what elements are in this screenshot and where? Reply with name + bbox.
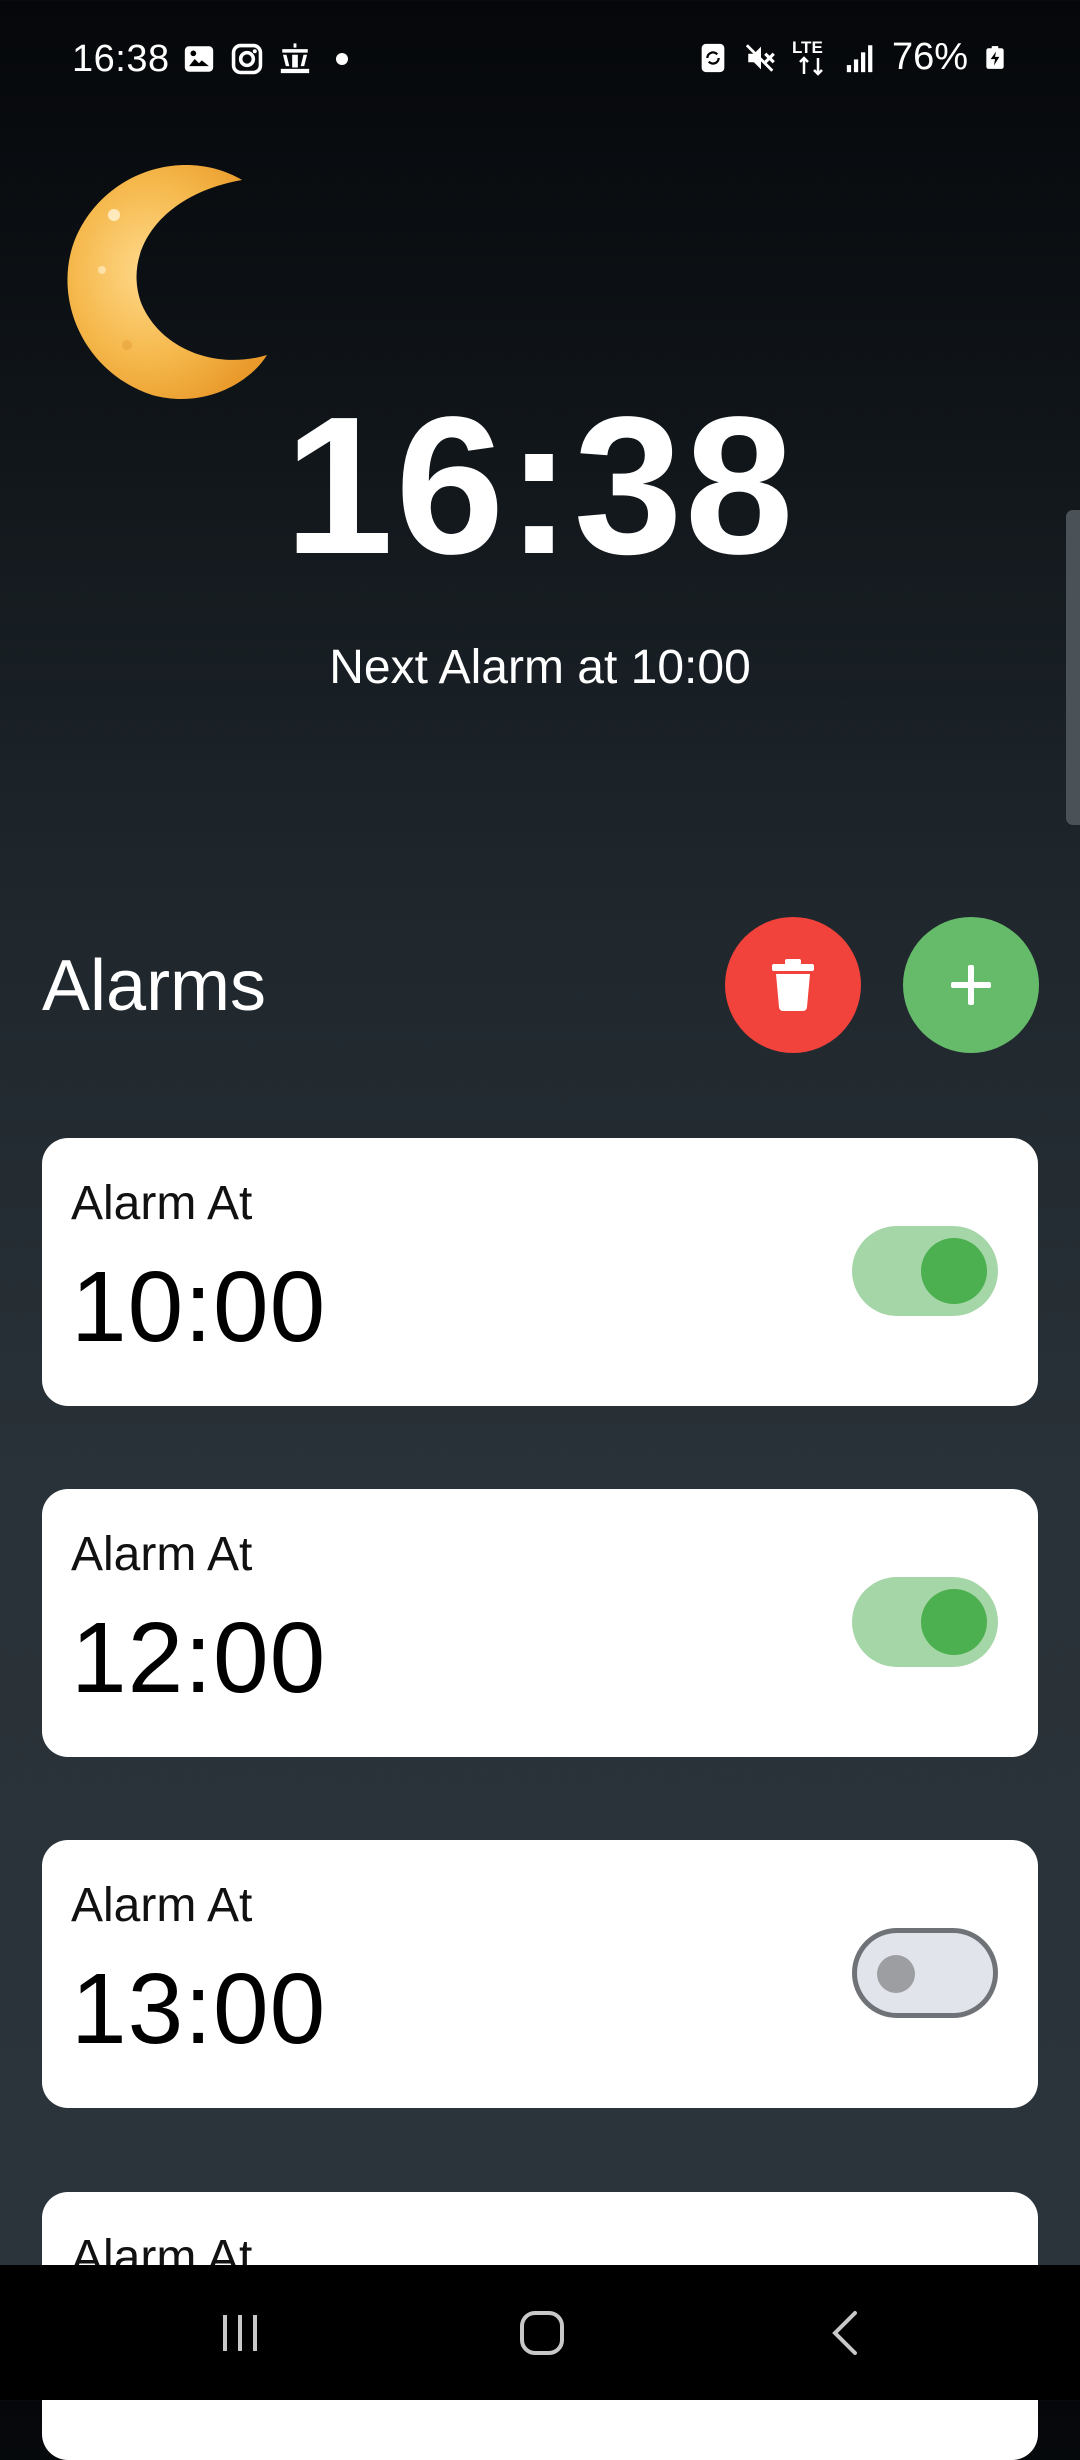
back-button[interactable] xyxy=(785,2265,905,2400)
navigation-bar xyxy=(0,2265,1080,2400)
toggle-knob xyxy=(921,1589,987,1655)
alarm-time: 12:00 xyxy=(71,1602,327,1714)
status-time: 16:38 xyxy=(72,38,170,80)
moon-icon xyxy=(67,165,267,400)
signal-icon xyxy=(846,44,873,72)
recents-icon xyxy=(223,2314,257,2351)
alarm-label: Alarm At xyxy=(71,1177,253,1230)
trash-icon xyxy=(772,959,814,1011)
current-time: 16:38 xyxy=(284,376,796,595)
lte-label: LTE xyxy=(791,37,823,57)
plus-icon xyxy=(951,965,991,1005)
alarm-card[interactable]: Alarm At 10:00 xyxy=(42,1138,1038,1406)
toggle-knob xyxy=(877,1955,915,1993)
add-alarm-button[interactable] xyxy=(903,917,1039,1053)
recents-button[interactable] xyxy=(180,2265,300,2400)
alarm-toggle[interactable] xyxy=(852,1928,998,2018)
scrollbar[interactable] xyxy=(1066,510,1080,825)
home-button[interactable] xyxy=(482,2265,602,2400)
delete-alarms-button[interactable] xyxy=(725,917,861,1053)
status-bar: 16:38 LTE 76% xyxy=(0,0,1080,120)
alarm-card[interactable]: Alarm At 13:00 xyxy=(42,1840,1038,2108)
app-icon xyxy=(280,43,310,74)
next-alarm-text: Next Alarm at 10:00 xyxy=(329,641,751,694)
battery-percent: 76% xyxy=(891,36,968,78)
mute-icon xyxy=(745,43,775,72)
instagram-icon xyxy=(231,43,263,75)
alarm-time: 10:00 xyxy=(71,1251,327,1363)
home-icon xyxy=(520,2310,564,2355)
dot-icon xyxy=(336,53,348,65)
back-icon xyxy=(832,2310,857,2355)
battery-charging-icon xyxy=(986,45,1004,69)
lte-icon: LTE xyxy=(792,38,830,78)
toggle-knob xyxy=(921,1238,987,1304)
notification-icons xyxy=(182,42,348,76)
alarm-toggle[interactable] xyxy=(852,1226,998,1316)
system-icons: LTE 76% xyxy=(696,36,1008,79)
alarm-toggle[interactable] xyxy=(852,1577,998,1667)
battery-saver-icon xyxy=(701,43,725,72)
alarm-label: Alarm At xyxy=(71,1879,253,1932)
alarm-label: Alarm At xyxy=(71,1528,253,1581)
gallery-icon xyxy=(184,46,214,72)
alarms-title: Alarms xyxy=(42,946,267,1026)
alarm-card[interactable]: Alarm At 12:00 xyxy=(42,1489,1038,1757)
alarm-time: 13:00 xyxy=(71,1953,327,2065)
